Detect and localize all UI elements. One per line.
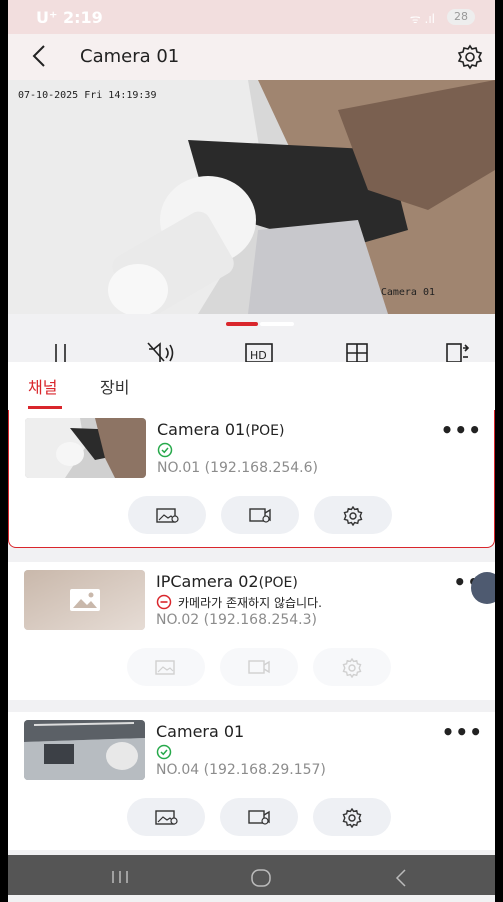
camera-status: 카메라가 존재하지 않습니다. bbox=[156, 594, 322, 610]
camera-settings-button[interactable] bbox=[313, 648, 391, 686]
snapshot-icon bbox=[155, 810, 178, 825]
offline-minus-icon bbox=[156, 594, 172, 610]
camera-status bbox=[156, 744, 172, 760]
back-icon[interactable] bbox=[26, 42, 54, 70]
camera-settings-button[interactable] bbox=[313, 798, 391, 836]
mute-icon[interactable] bbox=[146, 340, 176, 362]
pager-dot bbox=[260, 322, 294, 326]
grid-icon[interactable] bbox=[344, 340, 370, 362]
tab-channel[interactable]: 채널 bbox=[28, 374, 57, 398]
more-options-icon[interactable]: ••• bbox=[441, 418, 482, 442]
record-button[interactable] bbox=[220, 648, 298, 686]
camera-card[interactable]: IPCamera 02(POE) 카메라가 존재하지 않습니다. NO.02 (… bbox=[8, 562, 495, 700]
camera-name-text: Camera 01 bbox=[156, 722, 245, 741]
live-video-view[interactable]: 07-10-2025 Fri 14:19:39 Camera 01 bbox=[8, 80, 495, 314]
camera-address: NO.04 (192.168.29.157) bbox=[156, 762, 326, 778]
camera-thumbnail bbox=[24, 720, 145, 780]
record-button[interactable] bbox=[220, 798, 298, 836]
pager-dot-active bbox=[226, 322, 258, 326]
tab-bar: 채널 장비 bbox=[8, 362, 495, 410]
switch-window-icon[interactable] bbox=[444, 340, 470, 362]
gear-icon bbox=[343, 506, 363, 526]
camera-name: Camera 01 bbox=[156, 722, 244, 741]
record-video-icon bbox=[249, 508, 271, 523]
camera-address: NO.02 (192.168.254.3) bbox=[156, 612, 317, 628]
camera-status-text: 카메라가 존재하지 않습니다. bbox=[178, 595, 322, 610]
camera-name-text: IPCamera 02 bbox=[156, 572, 259, 591]
gear-icon bbox=[342, 808, 362, 828]
floating-assist-button[interactable] bbox=[471, 572, 495, 604]
camera-name: Camera 01(POE) bbox=[157, 420, 284, 439]
signal-icon: ᯤ .ıl bbox=[409, 12, 435, 26]
placeholder-image-icon bbox=[24, 570, 145, 630]
top-bar: Camera 01 bbox=[8, 34, 495, 80]
status-bar: U⁺ 2:19 ᯤ .ıl 28 bbox=[8, 0, 495, 34]
camera-card[interactable]: Camera 01(POE) NO.01 (192.168.254.6) ••• bbox=[8, 410, 495, 548]
online-check-icon bbox=[157, 442, 173, 458]
snapshot-button[interactable] bbox=[127, 798, 205, 836]
camera-card[interactable]: Camera 01 NO.04 (192.168.29.157) ••• bbox=[8, 712, 495, 850]
app-screen: U⁺ 2:19 ᯤ .ıl 28 Camera 01 07-10-2025 Fr… bbox=[8, 0, 495, 902]
camera-name: IPCamera 02(POE) bbox=[156, 572, 298, 591]
record-video-icon bbox=[248, 810, 270, 825]
camera-thumbnail bbox=[24, 570, 145, 630]
battery-icon: 28 bbox=[447, 9, 475, 25]
view-pager-indicator bbox=[8, 314, 495, 336]
snapshot-icon bbox=[155, 660, 175, 675]
tab-active-underline bbox=[28, 406, 62, 409]
snapshot-button[interactable] bbox=[128, 496, 206, 534]
pause-icon[interactable] bbox=[48, 340, 74, 362]
snapshot-icon bbox=[156, 508, 179, 523]
camera-tag: (POE) bbox=[245, 423, 285, 439]
gear-icon bbox=[342, 658, 362, 678]
camera-thumbnail-image bbox=[25, 418, 146, 478]
back-nav-icon[interactable] bbox=[394, 868, 408, 888]
recent-apps-icon[interactable] bbox=[110, 869, 130, 885]
playback-controls: HD bbox=[8, 336, 495, 362]
camera-thumbnail-image bbox=[24, 720, 145, 780]
svg-text:HD: HD bbox=[250, 349, 267, 362]
home-icon[interactable] bbox=[250, 868, 272, 888]
online-check-icon bbox=[156, 744, 172, 760]
live-video-frame bbox=[8, 80, 495, 314]
camera-name-text: Camera 01 bbox=[157, 420, 246, 439]
snapshot-button[interactable] bbox=[127, 648, 205, 686]
record-button[interactable] bbox=[221, 496, 299, 534]
osd-datetime: 07-10-2025 Fri 14:19:39 bbox=[18, 90, 157, 101]
status-time: U⁺ 2:19 bbox=[36, 8, 103, 27]
hd-icon[interactable]: HD bbox=[244, 340, 274, 362]
tab-device[interactable]: 장비 bbox=[100, 374, 129, 398]
camera-status bbox=[157, 442, 173, 458]
record-video-icon bbox=[248, 660, 270, 674]
page-title: Camera 01 bbox=[80, 46, 180, 67]
camera-thumbnail bbox=[25, 418, 146, 478]
system-nav-bar bbox=[8, 855, 495, 895]
more-options-icon[interactable]: ••• bbox=[442, 720, 483, 744]
camera-settings-button[interactable] bbox=[314, 496, 392, 534]
settings-gear-icon[interactable] bbox=[455, 42, 485, 72]
camera-tag: (POE) bbox=[258, 575, 298, 591]
osd-camera-name: Camera 01 bbox=[380, 287, 435, 298]
camera-address: NO.01 (192.168.254.6) bbox=[157, 460, 318, 476]
